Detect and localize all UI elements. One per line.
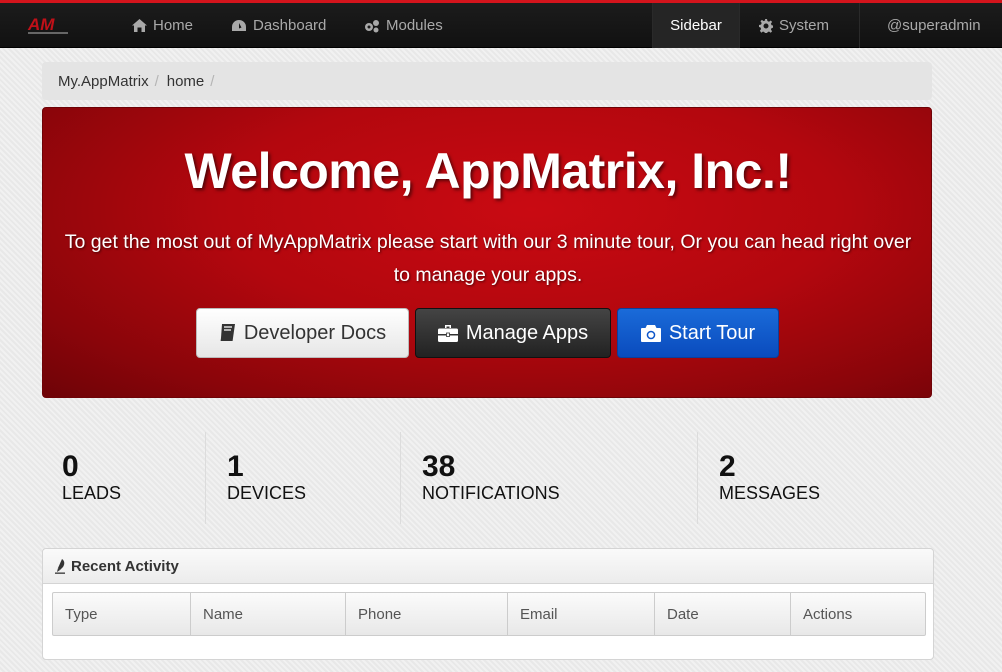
nav-sidebar[interactable]: Sidebar — [653, 3, 739, 48]
nav-modules[interactable]: Modules — [364, 3, 443, 48]
breadcrumb: My.AppMatrix / home / — [42, 62, 932, 100]
breadcrumb-current: home — [166, 72, 205, 90]
stat-notifications: 38 NOTIFICATIONS — [402, 432, 697, 524]
stat-divider — [205, 432, 206, 524]
panel-header: Recent Activity — [43, 549, 933, 584]
breadcrumb-separator: / — [210, 72, 215, 90]
manage-apps-button[interactable]: Manage Apps — [415, 308, 611, 358]
activity-table-header: Type Name Phone Email Date Actions — [52, 592, 926, 636]
breadcrumb-link[interactable]: My.AppMatrix — [58, 73, 149, 90]
hero-subtitle-line: to manage your apps. — [393, 264, 583, 286]
stat-leads: 0 LEADS — [42, 432, 205, 524]
stat-value: 38 — [422, 450, 456, 483]
hero-subtitle: To get the most out of MyAppMatrix pleas… — [43, 226, 933, 292]
breadcrumb-separator: / — [154, 72, 159, 90]
stat-label: NOTIFICATIONS — [422, 483, 560, 503]
briefcase-icon — [437, 324, 458, 342]
brand-logo[interactable]: AM — [26, 15, 72, 37]
nav-home[interactable]: Home — [132, 3, 193, 48]
pen-icon — [55, 558, 65, 574]
gears-icon — [365, 19, 379, 32]
hero-subtitle-line: To get the most out of MyAppMatrix pleas… — [64, 231, 912, 253]
column-header[interactable]: Phone — [346, 593, 508, 635]
book-icon — [220, 324, 235, 341]
start-tour-button[interactable]: Start Tour — [617, 308, 779, 358]
nav-sidebar-label: Sidebar — [670, 17, 722, 34]
nav-system-label: System — [779, 17, 830, 34]
recent-activity-panel: Recent Activity Type Name Phone Email Da… — [42, 548, 934, 660]
column-header[interactable]: Actions — [791, 593, 925, 635]
camera-icon — [640, 324, 661, 342]
stat-divider — [697, 432, 698, 524]
column-header[interactable]: Type — [53, 593, 191, 635]
stat-value: 2 — [719, 450, 736, 483]
nav-dashboard[interactable]: Dashboard — [231, 3, 326, 48]
nav-system[interactable]: System — [759, 3, 829, 48]
manage-apps-label: Manage Apps — [465, 321, 589, 344]
start-tour-label: Start Tour — [668, 321, 756, 344]
nav-user-label: @superadmin — [887, 17, 981, 34]
nav-dashboard-label: Dashboard — [253, 17, 327, 34]
column-header[interactable]: Date — [655, 593, 791, 635]
nav-user[interactable]: @superadmin — [887, 3, 981, 48]
nav-divider — [739, 3, 740, 48]
home-icon — [132, 19, 147, 32]
column-header[interactable]: Email — [508, 593, 655, 635]
svg-text:AM: AM — [27, 15, 55, 34]
panel-title: Recent Activity — [71, 557, 179, 575]
stat-divider — [400, 432, 401, 524]
stat-devices: 1 DEVICES — [207, 432, 400, 524]
stat-label: LEADS — [62, 483, 122, 503]
nav-modules-label: Modules — [386, 17, 443, 34]
stat-messages: 2 MESSAGES — [699, 432, 934, 524]
top-navbar: AM Home Dashboard Modules Sidebar System… — [0, 0, 1002, 48]
nav-divider — [859, 3, 860, 48]
developer-docs-button[interactable]: Developer Docs — [196, 308, 409, 358]
stat-value: 0 — [62, 450, 79, 483]
stat-value: 1 — [227, 450, 244, 483]
welcome-hero: Welcome, AppMatrix, Inc.! To get the mos… — [42, 107, 932, 398]
nav-home-label: Home — [153, 17, 194, 34]
hero-title: Welcome, AppMatrix, Inc.! — [184, 143, 792, 199]
gear-icon — [759, 18, 773, 33]
stat-label: MESSAGES — [719, 483, 821, 503]
dashboard-icon — [232, 20, 246, 31]
developer-docs-label: Developer Docs — [243, 321, 387, 344]
column-header[interactable]: Name — [191, 593, 346, 635]
stat-label: DEVICES — [227, 483, 307, 503]
